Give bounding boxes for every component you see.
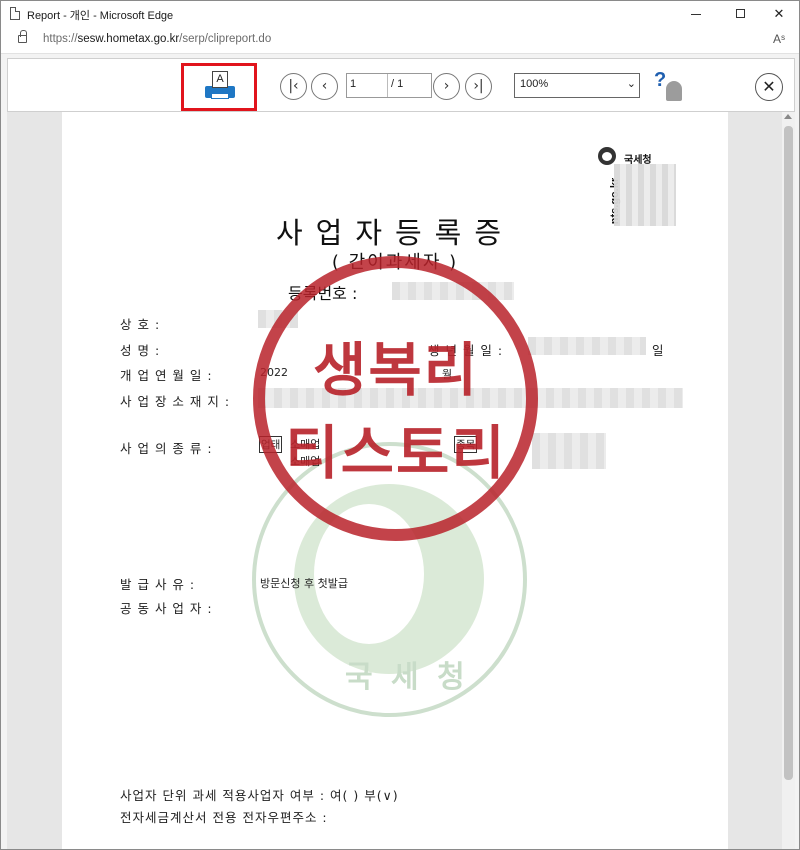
read-aloud-icon[interactable]: Aˢ (773, 32, 785, 46)
redacted-business-item (532, 433, 606, 469)
print-tray-icon (211, 93, 229, 99)
stamp-text-line2: 티스토리 (285, 419, 507, 487)
zoom-select[interactable]: 100% ⌄ (514, 73, 640, 98)
title-bar: Report - 개인 - Microsoft Edge ✕ (1, 1, 799, 28)
representative-label: 성 명 : (120, 343, 161, 358)
joint-business-label: 공 동 사 업 자 : (120, 601, 213, 616)
page-number-field[interactable]: 1 / 1 (346, 73, 432, 98)
lock-icon[interactable] (18, 30, 27, 43)
person-icon (666, 81, 682, 101)
watermark-text: 국 세 청 (345, 660, 469, 695)
url-text[interactable]: https://sesw.hometax.go.kr/serp/cliprepo… (43, 33, 271, 45)
address-bar[interactable]: https://sesw.hometax.go.kr/serp/cliprepo… (1, 28, 799, 54)
url-path: /serp/clipreport.do (179, 33, 272, 45)
redacted-birth-date (528, 337, 646, 355)
document-page: 국세청 nts.go.kr 국 세 청 사업자등록증 ( 간이과세자 ) 등록번… (62, 112, 728, 849)
window-close-button[interactable]: ✕ (756, 1, 799, 28)
prev-page-button[interactable]: ‹ (311, 73, 338, 100)
zoom-value: 100% (520, 78, 549, 90)
print-button[interactable]: A (203, 69, 237, 103)
window-title: Report - 개인 - Microsoft Edge (27, 10, 174, 22)
nts-emblem-icon (598, 147, 616, 165)
browser-window: Report - 개인 - Microsoft Edge ✕ https://s… (0, 0, 800, 850)
first-page-button[interactable]: |‹ (280, 73, 307, 100)
business-type-label: 사 업 의 종 류 : (120, 441, 213, 456)
last-page-button[interactable]: ›| (465, 73, 492, 100)
unit-taxation-label: 사업자 단위 과세 적용사업자 여부 : 여( ) 부(∨) (120, 788, 399, 803)
scroll-up-arrow-icon[interactable] (784, 114, 792, 119)
day-unit: 일 (652, 343, 665, 358)
report-toolbar: A |‹ ‹ 1 / 1 › ›| 100% ⌄ ? ✕ (7, 58, 795, 112)
document-viewport[interactable]: 국세청 nts.go.kr 국 세 청 사업자등록증 ( 간이과세자 ) 등록번… (7, 112, 782, 849)
trade-name-label: 상 호 : (120, 317, 161, 332)
opening-date-label: 개 업 연 월 일 : (120, 368, 213, 383)
next-page-button[interactable]: › (433, 73, 460, 100)
email-label: 전자세금계산서 전용 전자우편주소 : (120, 810, 328, 825)
address-label: 사 업 장 소 재 지 : (120, 394, 231, 409)
help-button[interactable]: ? (654, 69, 684, 103)
print-paper-icon: A (212, 71, 228, 88)
chevron-down-icon: ⌄ (626, 77, 636, 90)
issue-reason-label: 발 급 사 유 : (120, 577, 196, 592)
minimize-icon (691, 14, 701, 15)
page-divider (387, 74, 388, 97)
document-title: 사업자등록증 (275, 216, 515, 250)
close-viewer-button[interactable]: ✕ (755, 73, 783, 101)
maximize-icon (736, 9, 745, 18)
page-icon (10, 7, 20, 20)
page-current-input[interactable]: 1 (350, 78, 356, 90)
scroll-thumb[interactable] (784, 126, 793, 780)
page-total: / 1 (391, 78, 404, 90)
minimize-button[interactable] (673, 1, 719, 28)
question-icon: ? (654, 69, 667, 91)
url-prefix: https:// (43, 33, 78, 45)
url-host: sesw.hometax.go.kr (77, 33, 180, 45)
issue-reason-value: 방문신청 후 첫발급 (260, 577, 348, 590)
stamp-text-line1: 생복리 (312, 336, 480, 404)
vertical-scrollbar[interactable] (782, 112, 795, 849)
